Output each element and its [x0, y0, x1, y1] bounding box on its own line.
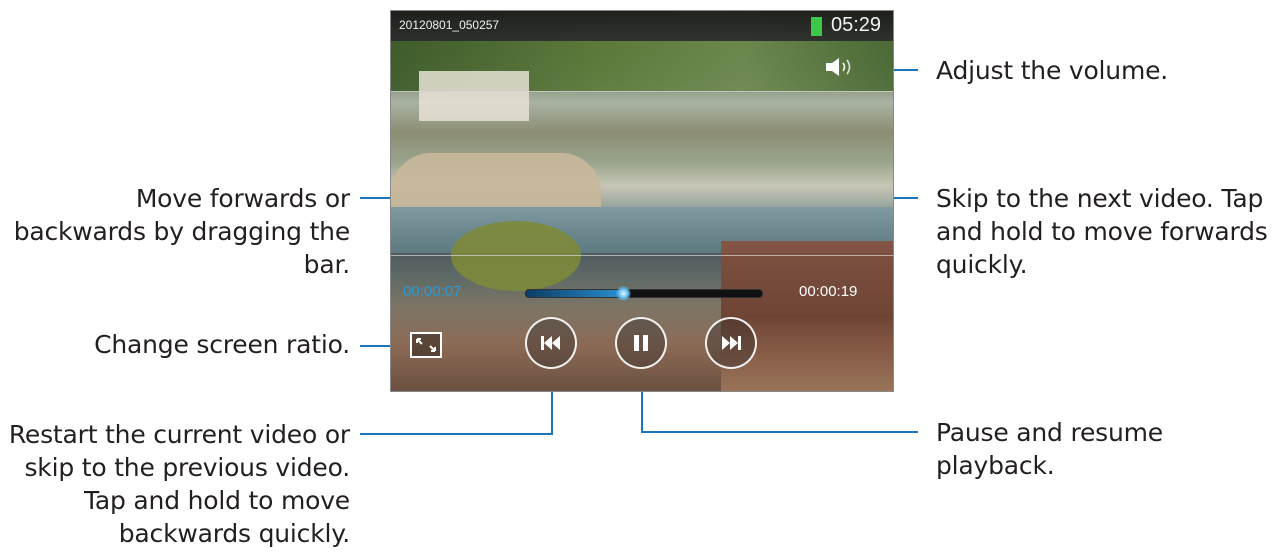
callout-pause-line-1: Pause and resume [936, 418, 1163, 447]
video-frame-scanline [391, 255, 893, 256]
speaker-icon[interactable] [823, 55, 857, 79]
callout-ratio: Change screen ratio. [94, 328, 350, 361]
video-filename: 20120801_050257 [399, 18, 500, 32]
video-frame-trees [451, 221, 581, 291]
callout-volume-text: Adjust the volume. [936, 56, 1169, 85]
callout-previous-line-1: Restart the current video or [8, 420, 350, 449]
video-player-screen[interactable]: 20120801_050257 05:29 00:00:07 00:00:19 [390, 10, 894, 392]
total-time: 00:00:19 [799, 283, 858, 300]
pause-icon [634, 335, 648, 351]
rewind-icon [541, 336, 560, 350]
callout-previous-line-3: Tap and hold to move [83, 486, 350, 515]
callout-pause-line-2: playback. [936, 451, 1055, 480]
seek-bar-progress [526, 290, 623, 297]
callout-previous: Restart the current video or skip to the… [9, 418, 350, 550]
status-bar: 20120801_050257 05:29 [391, 11, 893, 41]
status-clock: 05:29 [831, 14, 882, 36]
callout-next-line-2: and hold to move forwards [936, 217, 1268, 246]
callout-ratio-text: Change screen ratio. [94, 330, 350, 359]
video-frame-bridge [391, 153, 601, 213]
previous-button[interactable] [525, 317, 577, 369]
callout-seek-line-1: Move forwards or [135, 184, 350, 213]
callout-pause: Pause and resume playback. [936, 416, 1163, 482]
callout-seek-line-3: bar. [303, 250, 351, 279]
callout-seek: Move forwards or backwards by dragging t… [13, 182, 351, 281]
next-button[interactable] [705, 317, 757, 369]
video-frame-building [419, 71, 529, 121]
pause-button[interactable] [615, 317, 667, 369]
callout-next-line-3: quickly. [936, 250, 1028, 279]
callout-previous-line-4: backwards quickly. [118, 519, 350, 548]
battery-icon [811, 17, 822, 36]
screen-ratio-icon[interactable] [409, 331, 443, 359]
video-frame-rooftops [721, 241, 893, 391]
callout-next-line-1: Skip to the next video. Tap [936, 184, 1264, 213]
seek-bar-handle[interactable] [615, 286, 631, 301]
callout-next: Skip to the next video. Tap and hold to … [936, 182, 1268, 281]
callout-seek-line-2: backwards by dragging the [13, 217, 351, 246]
callout-volume: Adjust the volume. [936, 54, 1168, 87]
seek-bar[interactable] [525, 286, 763, 301]
elapsed-time: 00:00:07 [403, 283, 462, 300]
video-frame-scanline [391, 91, 893, 92]
callout-previous-line-2: skip to the previous video. [24, 453, 350, 482]
fast-forward-icon [722, 336, 741, 350]
